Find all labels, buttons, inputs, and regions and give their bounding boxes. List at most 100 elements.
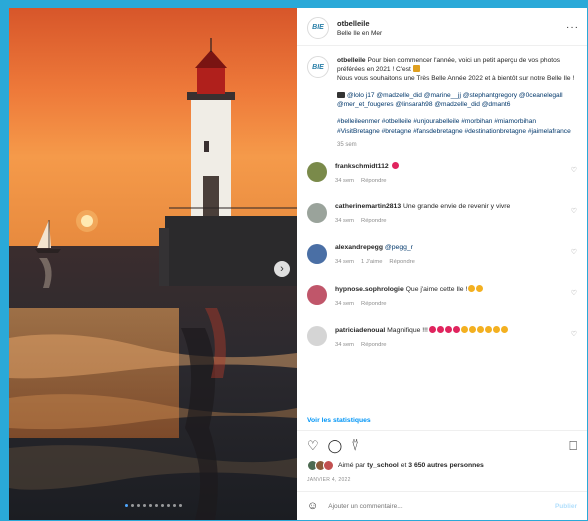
comment-like-icon[interactable]: ♡ bbox=[567, 248, 577, 256]
comment-body: patriciadenoual Magnifique !!! 34 sem Répo… bbox=[335, 325, 567, 348]
send-icon[interactable]: ⍢ bbox=[351, 439, 359, 452]
smiley-icon[interactable]: ☺ bbox=[307, 500, 318, 512]
carousel-dot bbox=[172, 504, 176, 507]
comment-row: catherinemartin2813 Une grande envie de … bbox=[307, 202, 577, 231]
comment-message: Une grande envie de revenir y vivre bbox=[403, 202, 511, 210]
comment-input[interactable] bbox=[328, 502, 555, 510]
heart-outline-icon[interactable]: ♡ bbox=[307, 439, 319, 452]
comment-meta: 34 sem Répondre bbox=[335, 218, 567, 224]
carousel-dot bbox=[124, 504, 128, 507]
comment-text: alexandrepegg @pegg_r bbox=[335, 244, 567, 253]
more-options-icon[interactable]: ··· bbox=[566, 22, 579, 33]
comment-time: 34 sem bbox=[335, 217, 355, 224]
post-photo[interactable]: › bbox=[9, 8, 297, 520]
bookmark-icon[interactable]: ⎕ bbox=[569, 439, 577, 452]
red-heart-icon bbox=[444, 325, 452, 333]
carousel-dot bbox=[148, 504, 152, 507]
comment-like-icon[interactable]: ♡ bbox=[567, 330, 577, 338]
comment-text: catherinemartin2813 Une grande envie de … bbox=[335, 203, 567, 212]
comment-username[interactable]: patriciadenoual bbox=[335, 327, 385, 334]
comment-message: Que j'aime cette Ile ! bbox=[405, 285, 468, 293]
avatar[interactable] bbox=[307, 161, 327, 182]
reply-button[interactable]: Répondre bbox=[361, 218, 386, 224]
comment-time: 34 sem bbox=[335, 300, 355, 307]
view-stats-link[interactable]: Voir les statistiques bbox=[297, 411, 587, 431]
comment-time: 34 sem bbox=[335, 177, 355, 184]
carousel-dot bbox=[130, 504, 134, 507]
carousel-dot bbox=[136, 504, 140, 507]
comment-username[interactable]: frankschmidt112 bbox=[335, 163, 389, 170]
caption-mentions: @lolo j17 @madzelle_did @marine__jj @ste… bbox=[337, 92, 563, 109]
avatar[interactable] bbox=[307, 284, 327, 305]
avatar[interactable] bbox=[307, 202, 327, 223]
comment-username[interactable]: catherinemartin2813 bbox=[335, 203, 401, 210]
action-bar: ♡ ◯ ⍢ ⎕ bbox=[297, 431, 587, 456]
post-header: BIE otbelleile Belle Ile en Mer ··· bbox=[297, 8, 587, 46]
caption-text: otbelleile Pour bien commencer l'année, … bbox=[337, 57, 575, 83]
reply-button[interactable]: Répondre bbox=[361, 342, 386, 348]
comment-meta: 34 sem Répondre bbox=[335, 178, 567, 184]
comment-meta: 34 sem 1 J'aime Répondre bbox=[335, 259, 567, 265]
likes-summary: Aimé par ty_school et 3 650 autres perso… bbox=[297, 456, 587, 475]
comment-icon[interactable]: ◯ bbox=[328, 439, 343, 452]
red-heart-icon bbox=[436, 325, 444, 333]
reply-button[interactable]: Répondre bbox=[389, 259, 414, 265]
comment-row: hypnose.sophrologie Que j'aime cette Ile… bbox=[307, 284, 577, 313]
header-text: otbelleile Belle Ile en Mer bbox=[337, 19, 566, 37]
post-location[interactable]: Belle Ile en Mer bbox=[337, 30, 566, 37]
comment-message: @pegg_r bbox=[384, 243, 413, 251]
caption-username[interactable]: otbelleile bbox=[337, 57, 366, 64]
smiley-icon bbox=[500, 325, 508, 333]
comment-body: hypnose.sophrologie Que j'aime cette Ile… bbox=[335, 284, 567, 307]
carousel-dot bbox=[142, 504, 146, 507]
likes-text: Aimé par ty_school et 3 650 autres perso… bbox=[338, 462, 484, 469]
comment-username[interactable]: hypnose.sophrologie bbox=[335, 286, 404, 293]
add-comment-bar: ☺ Publier bbox=[297, 492, 587, 520]
post-username[interactable]: otbelleile bbox=[337, 19, 566, 28]
comment-message: Magnifique !!! bbox=[387, 326, 428, 334]
caption-hashtags: #belleileenmer #otbelleile #unjourabelle… bbox=[337, 118, 571, 135]
smiley-icon bbox=[460, 325, 468, 333]
comment-like-icon[interactable]: ♡ bbox=[567, 289, 577, 297]
reply-button[interactable]: Répondre bbox=[361, 178, 386, 184]
caption-time: 35 sem bbox=[337, 141, 357, 148]
instagram-post-modal: › BIE otbelleile Belle Ile en Mer ··· BI… bbox=[9, 8, 587, 520]
lighthouse-sunset-image bbox=[9, 8, 297, 520]
comment-row: patriciadenoual Magnifique !!! 34 sem Répo… bbox=[307, 325, 577, 354]
comment-like-icon[interactable]: ♡ bbox=[567, 207, 577, 215]
carousel-indicator bbox=[9, 504, 297, 507]
comments-scroll-area[interactable]: BIE otbelleile Pour bien commencer l'ann… bbox=[297, 46, 587, 411]
avatar[interactable]: BIE bbox=[307, 16, 329, 39]
post-date: JANVIER 4, 2022 bbox=[297, 475, 587, 492]
camera-icon bbox=[337, 92, 345, 99]
comment-row: frankschmidt112 34 sem Répondre ♡ bbox=[307, 161, 577, 190]
red-heart-icon bbox=[391, 161, 399, 169]
comment-meta: 34 sem Répondre bbox=[335, 342, 567, 348]
comment-meta: 34 sem Répondre bbox=[335, 301, 567, 307]
chevron-right-icon: › bbox=[280, 262, 284, 275]
avatar[interactable] bbox=[307, 243, 327, 264]
carousel-dot bbox=[166, 504, 170, 507]
smiley-icon bbox=[468, 325, 476, 333]
publish-button[interactable]: Publier bbox=[555, 503, 577, 510]
carousel-dot bbox=[154, 504, 158, 507]
comment-username[interactable]: alexandrepegg bbox=[335, 244, 383, 251]
reply-button[interactable]: Répondre bbox=[361, 301, 386, 307]
comment-time: 34 sem bbox=[335, 258, 355, 265]
post-sidebar: BIE otbelleile Belle Ile en Mer ··· BIE … bbox=[297, 8, 587, 520]
comment-row: alexandrepegg @pegg_r 34 sem 1 J'aime Répon… bbox=[307, 243, 577, 272]
avatar[interactable] bbox=[307, 325, 327, 346]
gift-icon bbox=[412, 65, 420, 73]
comment-text: frankschmidt112 bbox=[335, 161, 567, 172]
next-photo-button[interactable]: › bbox=[274, 261, 290, 277]
comment-likes[interactable]: 1 J'aime bbox=[361, 259, 382, 265]
caption-body: otbelleile Pour bien commencer l'année, … bbox=[337, 56, 577, 149]
comment-like-icon[interactable]: ♡ bbox=[567, 166, 577, 174]
smiley-icon bbox=[468, 284, 476, 292]
avatar[interactable]: BIE bbox=[307, 56, 329, 78]
post-caption: BIE otbelleile Pour bien commencer l'ann… bbox=[307, 56, 577, 149]
smiley-icon bbox=[484, 325, 492, 333]
smiley-icon bbox=[476, 284, 484, 292]
comment-time: 34 sem bbox=[335, 341, 355, 348]
comments-list: frankschmidt112 34 sem Répondre ♡ catherine… bbox=[307, 161, 577, 354]
